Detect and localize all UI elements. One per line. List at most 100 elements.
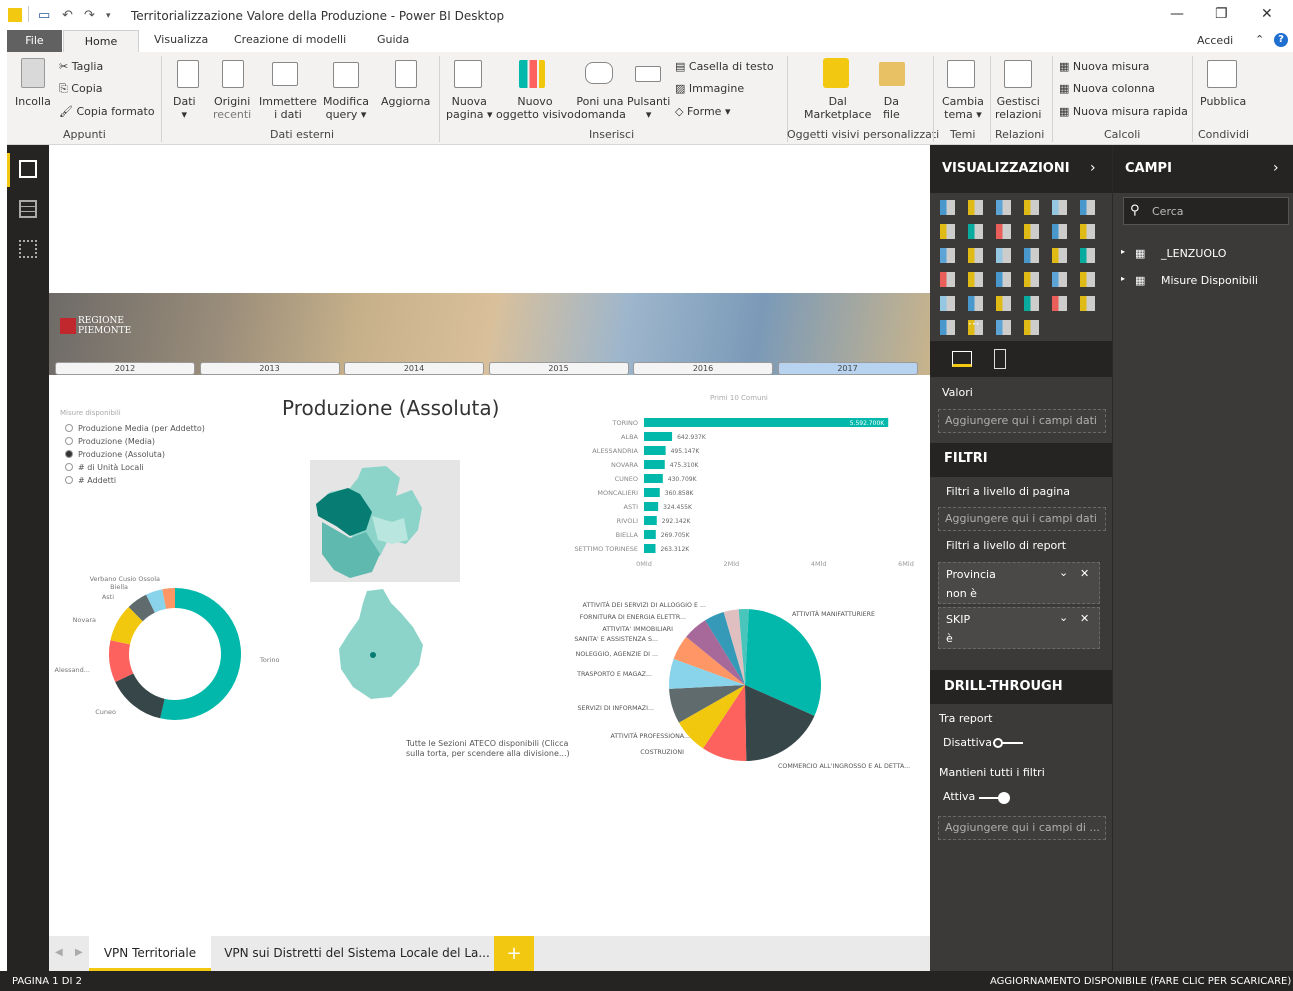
filter-card-provincia[interactable]: Provincia non è ⌄ ✕ bbox=[938, 562, 1100, 604]
next-page-icon[interactable]: ▶ bbox=[75, 947, 83, 958]
visual-type-icon[interactable] bbox=[1024, 296, 1039, 311]
visual-type-icon[interactable] bbox=[940, 200, 955, 215]
page-tab[interactable]: VPN sui Distretti del Sistema Locale del… bbox=[221, 936, 493, 971]
redo-icon[interactable]: ↷ bbox=[84, 8, 95, 23]
data-view-icon[interactable] bbox=[19, 200, 37, 218]
signin-link[interactable]: Accedi bbox=[1197, 34, 1233, 47]
prev-page-icon[interactable]: ◀ bbox=[55, 947, 63, 958]
visual-type-icon[interactable] bbox=[940, 272, 955, 287]
visual-type-icon[interactable] bbox=[1080, 200, 1095, 215]
comuni-map[interactable] bbox=[335, 585, 430, 705]
model-view-icon[interactable] bbox=[19, 240, 37, 258]
textbox-button[interactable]: ▤ Casella di testo bbox=[675, 60, 774, 73]
visual-type-icon[interactable] bbox=[1080, 272, 1095, 287]
visual-type-icon[interactable] bbox=[940, 248, 955, 263]
visual-type-icon[interactable] bbox=[1052, 248, 1067, 263]
bar[interactable] bbox=[644, 530, 656, 539]
misura-option[interactable]: Produzione Media (per Addetto) bbox=[65, 424, 205, 433]
misura-option[interactable]: Produzione (Media) bbox=[65, 437, 155, 446]
remove-filter-icon[interactable]: ✕ bbox=[1080, 567, 1089, 580]
visual-type-icon[interactable] bbox=[996, 272, 1011, 287]
bar[interactable] bbox=[644, 488, 660, 497]
save-icon[interactable]: ▭ bbox=[38, 8, 50, 23]
visual-type-icon[interactable] bbox=[1052, 272, 1067, 287]
get-data-button[interactable]: Dati ▾ bbox=[173, 95, 196, 121]
visual-type-icon[interactable] bbox=[1024, 248, 1039, 263]
table-misure[interactable]: ▸ ▦ Misure Disponibili bbox=[1121, 272, 1291, 290]
visual-type-icon[interactable] bbox=[1080, 224, 1095, 239]
visual-type-icon[interactable] bbox=[996, 248, 1011, 263]
report-view-icon[interactable] bbox=[19, 160, 37, 178]
page-filters-well[interactable]: Aggiungere qui i campi dati bbox=[938, 507, 1106, 531]
visual-type-icon[interactable] bbox=[1052, 200, 1067, 215]
visual-type-icon[interactable] bbox=[968, 200, 983, 215]
new-measure-button[interactable]: ▦ Nuova misura bbox=[1059, 60, 1149, 73]
misura-option[interactable]: # di Unità Locali bbox=[65, 463, 144, 472]
visual-type-icon[interactable] bbox=[1080, 296, 1095, 311]
image-button[interactable]: ▨ Immagine bbox=[675, 82, 744, 95]
visual-type-icon[interactable] bbox=[968, 248, 983, 263]
new-column-button[interactable]: ▦ Nuova colonna bbox=[1059, 82, 1155, 95]
from-file-button[interactable]: Da file bbox=[883, 95, 900, 121]
tab-modelli[interactable]: Creazione di modelli bbox=[234, 33, 346, 46]
page-tab-active[interactable]: VPN Territoriale bbox=[89, 936, 211, 971]
help-icon[interactable]: ? bbox=[1274, 33, 1288, 47]
switch-theme-button[interactable]: Cambia tema ▾ bbox=[942, 95, 984, 121]
bar[interactable] bbox=[644, 446, 666, 455]
year-2015[interactable]: 2015 bbox=[488, 362, 629, 375]
customize-qa-icon[interactable]: ▾ bbox=[106, 11, 111, 21]
visual-type-icon[interactable] bbox=[1052, 224, 1067, 239]
edit-queries-button[interactable]: Modifica query ▾ bbox=[323, 95, 369, 121]
update-available-link[interactable]: AGGIORNAMENTO DISPONIBILE (FARE CLIC PER… bbox=[990, 976, 1291, 987]
add-page-button[interactable]: + bbox=[494, 936, 534, 971]
misura-option[interactable]: # Addetti bbox=[65, 476, 116, 485]
visual-type-icon[interactable] bbox=[1024, 200, 1039, 215]
tab-guida[interactable]: Guida bbox=[377, 33, 409, 46]
restore-icon[interactable]: ❐ bbox=[1215, 6, 1228, 22]
year-2013[interactable]: 2013 bbox=[199, 362, 340, 375]
year-2014[interactable]: 2014 bbox=[344, 362, 484, 375]
tab-visualizza[interactable]: Visualizza bbox=[154, 33, 208, 46]
bar-chart[interactable]: TORINO 5.592.700K ALBA 642.937K ALESSANDRIA 4… bbox=[560, 412, 920, 572]
publish-button[interactable]: Pubblica bbox=[1200, 95, 1246, 108]
format-tab-icon[interactable] bbox=[994, 349, 1006, 369]
filter-card-skip[interactable]: SKIP è ⌄ ✕ bbox=[938, 607, 1100, 649]
bar[interactable] bbox=[644, 516, 657, 525]
refresh-button[interactable]: Aggiorna bbox=[381, 95, 430, 108]
visual-type-icon[interactable] bbox=[996, 224, 1011, 239]
values-well[interactable]: Aggiungere qui i campi dati bbox=[938, 409, 1106, 433]
manage-relationships-button[interactable]: Gestisci relazioni bbox=[995, 95, 1041, 121]
buttons-button[interactable]: Pulsanti ▾ bbox=[627, 95, 670, 121]
minimize-icon[interactable]: — bbox=[1170, 6, 1184, 22]
bar[interactable] bbox=[644, 432, 673, 441]
visual-type-icon[interactable] bbox=[968, 224, 983, 239]
close-icon[interactable]: ✕ bbox=[1261, 6, 1273, 22]
ateco-pie-chart[interactable]: ATTIVITÀ DEI SERVIZI DI ALLOGGIO E ... FO… bbox=[570, 598, 925, 778]
shapes-button[interactable]: ◇ Forme ▾ bbox=[675, 105, 730, 118]
collapse-ribbon-icon[interactable]: ⌃ bbox=[1255, 33, 1264, 46]
visual-type-icon[interactable] bbox=[940, 224, 955, 239]
visual-type-icon[interactable] bbox=[996, 320, 1011, 335]
collapse-viz-icon[interactable]: › bbox=[1090, 160, 1096, 176]
drill-well[interactable]: Aggiungere qui i campi di ... bbox=[938, 816, 1106, 840]
bar[interactable] bbox=[644, 544, 656, 553]
visual-type-icon[interactable] bbox=[996, 200, 1011, 215]
visual-type-icon[interactable] bbox=[968, 296, 983, 311]
more-visuals-icon[interactable]: ··· bbox=[968, 317, 979, 331]
misura-option[interactable]: Produzione (Assoluta) bbox=[65, 450, 165, 459]
new-page-button[interactable]: Nuova pagina ▾ bbox=[446, 95, 493, 121]
cut-button[interactable]: ✂ Taglia bbox=[59, 60, 103, 73]
ask-question-button[interactable]: Poni una domanda bbox=[574, 95, 626, 121]
format-painter-button[interactable]: 🖌 Copia formato bbox=[59, 105, 155, 118]
year-2017[interactable]: 2017 bbox=[777, 362, 918, 375]
marketplace-button[interactable]: Dal Marketplace bbox=[804, 95, 871, 121]
chevron-down-icon[interactable]: ⌄ bbox=[1059, 566, 1068, 579]
visual-type-icon[interactable] bbox=[940, 296, 955, 311]
bar[interactable] bbox=[644, 502, 659, 511]
fields-tab-icon[interactable] bbox=[952, 351, 972, 367]
donut-chart[interactable]: Verbano Cusio OssolaBiella Asti Novara Ales… bbox=[50, 572, 300, 732]
bar[interactable] bbox=[644, 474, 663, 483]
undo-icon[interactable]: ↶ bbox=[62, 8, 73, 23]
visual-type-icon[interactable] bbox=[940, 320, 955, 335]
new-visual-button[interactable]: Nuovo oggetto visivo bbox=[496, 95, 574, 121]
